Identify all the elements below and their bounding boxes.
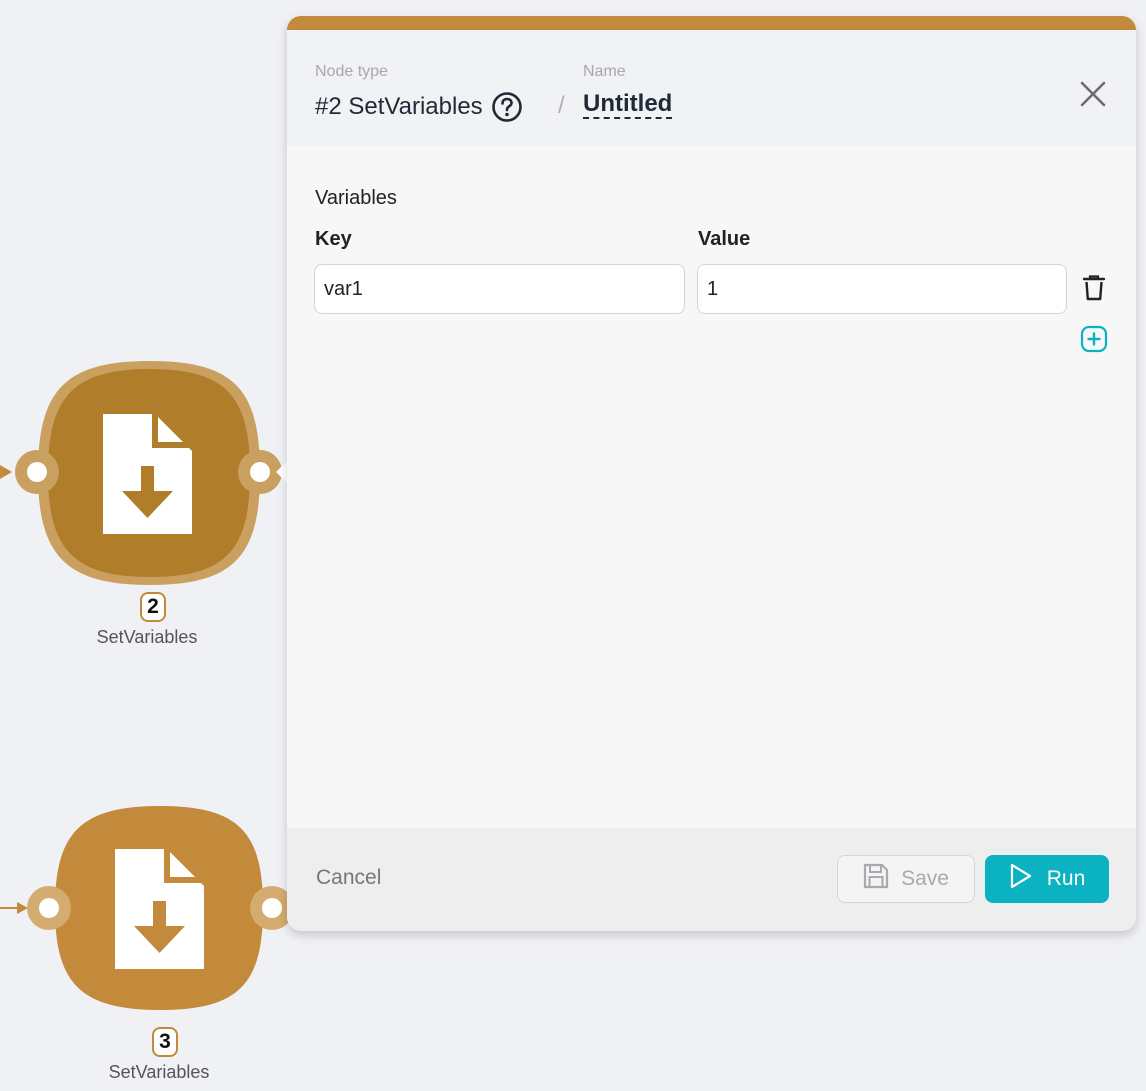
save-button-label: Save bbox=[901, 867, 949, 890]
cancel-button[interactable]: Cancel bbox=[316, 866, 381, 890]
node-settings-dialog: Node type Name #2 SetVariables / Untitle… bbox=[287, 16, 1136, 931]
help-circle-icon[interactable] bbox=[491, 91, 523, 123]
dialog-header: Node type Name #2 SetVariables / Untitle… bbox=[287, 30, 1136, 145]
save-icon bbox=[863, 863, 889, 895]
incoming-edge-arrow bbox=[0, 465, 12, 479]
node-2-label: SetVariables bbox=[96, 627, 198, 647]
node-3-input-port[interactable] bbox=[39, 898, 59, 918]
variable-value-input[interactable] bbox=[697, 264, 1067, 314]
dialog-accent-bar bbox=[287, 16, 1136, 30]
key-column-header: Key bbox=[315, 228, 352, 250]
run-button[interactable]: Run bbox=[985, 855, 1109, 903]
save-button[interactable]: Save bbox=[837, 855, 975, 903]
node-2-number: 2 bbox=[140, 592, 166, 622]
node-2-shape[interactable] bbox=[0, 355, 290, 595]
trash-icon[interactable] bbox=[1082, 274, 1106, 302]
play-icon bbox=[1009, 863, 1033, 895]
node-2-input-port[interactable] bbox=[27, 462, 47, 482]
node-type-caption: Node type bbox=[315, 63, 388, 80]
node-type-text: #2 SetVariables bbox=[315, 93, 483, 120]
node-3-label: SetVariables bbox=[108, 1062, 210, 1082]
node-3-number: 3 bbox=[152, 1027, 178, 1057]
header-separator: / bbox=[558, 92, 565, 119]
node-3-shape[interactable] bbox=[0, 798, 290, 1018]
name-caption: Name bbox=[583, 63, 626, 80]
node-2-output-port[interactable] bbox=[250, 462, 270, 482]
run-button-label: Run bbox=[1046, 867, 1086, 890]
node-3-output-port[interactable] bbox=[262, 898, 282, 918]
node-type-value: #2 SetVariables bbox=[315, 91, 523, 123]
value-column-header: Value bbox=[698, 228, 751, 250]
dialog-footer: Cancel Save Run bbox=[287, 828, 1136, 931]
plus-square-icon[interactable] bbox=[1080, 325, 1108, 353]
node-name-editable[interactable]: Untitled bbox=[583, 91, 673, 119]
close-icon[interactable] bbox=[1077, 78, 1109, 110]
dialog-body: Variables Key Value bbox=[287, 145, 1136, 828]
flow-canvas[interactable]: 2 SetVariables 3 SetVariables Node type … bbox=[0, 0, 1146, 1091]
variables-section-title: Variables bbox=[315, 187, 397, 209]
variable-key-input[interactable] bbox=[314, 264, 685, 314]
